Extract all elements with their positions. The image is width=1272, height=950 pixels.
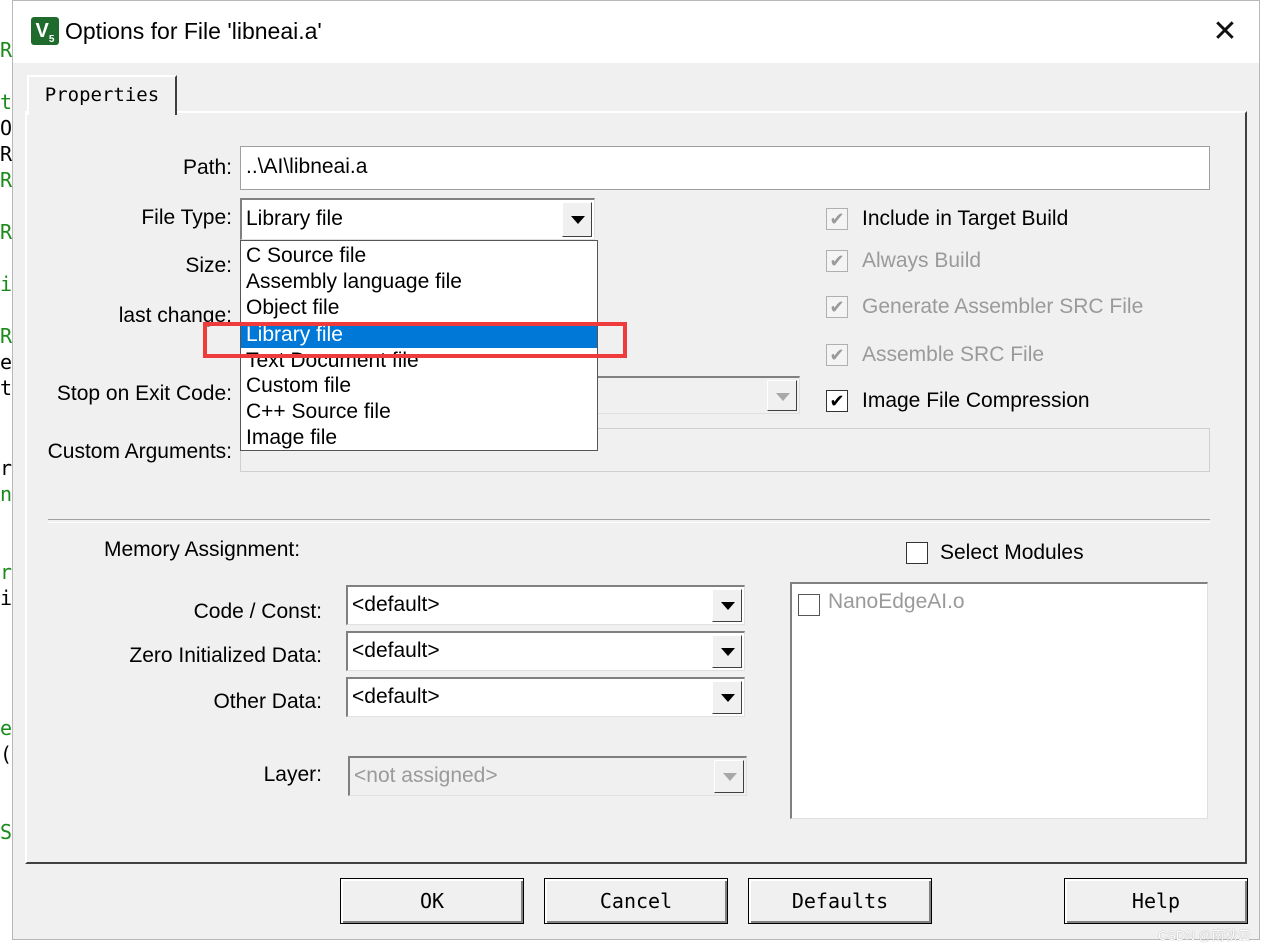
include-in-build-label: Include in Target Build <box>862 207 1069 230</box>
chevron-down-icon[interactable] <box>712 635 742 668</box>
bg-code-char: n <box>0 482 13 506</box>
bg-code-char: R <box>0 142 13 166</box>
bg-code-char: O <box>0 116 13 140</box>
path-label: Path: <box>182 156 232 179</box>
chevron-down-icon[interactable] <box>712 589 742 622</box>
memory-assignment-heading: Memory Assignment: <box>104 538 301 561</box>
bg-code-char: R <box>0 168 13 192</box>
other-data-select[interactable]: <default> <box>346 677 745 717</box>
zero-init-select[interactable]: <default> <box>346 631 745 671</box>
file-type-value: Library file <box>246 207 343 230</box>
code-const-select[interactable]: <default> <box>346 585 745 625</box>
image-compression-checkbox[interactable]: ✔ <box>826 390 848 412</box>
bg-code-char: R <box>0 38 13 62</box>
chevron-down-icon[interactable] <box>712 681 742 714</box>
bg-code-char: R <box>0 220 13 244</box>
zero-init-label: Zero Initialized Data: <box>129 644 322 667</box>
include-in-build-checkbox: ✔ <box>826 208 848 230</box>
help-button[interactable]: Help <box>1064 878 1248 924</box>
app-icon-letter: V <box>35 20 49 42</box>
list-item[interactable]: Image file <box>241 425 597 451</box>
generate-asm-src-checkbox: ✔ <box>826 296 848 318</box>
stop-on-exit-label: Stop on Exit Code: <box>56 382 232 405</box>
bg-code-char: R <box>0 324 13 348</box>
app-icon-version: 5 <box>48 34 55 45</box>
layer-label: Layer: <box>263 763 322 786</box>
module-list: NanoEdgeAI.o <box>790 582 1208 819</box>
list-item[interactable]: NanoEdgeAI.o <box>828 590 965 614</box>
custom-args-label: Custom Arguments: <box>47 440 232 463</box>
list-item[interactable]: Custom file <box>241 373 597 399</box>
list-item[interactable]: C++ Source file <box>241 399 597 425</box>
layer-value: <not assigned> <box>354 764 498 787</box>
chevron-down-icon[interactable] <box>562 202 592 237</box>
other-data-label: Other Data: <box>213 690 322 713</box>
section-divider <box>48 519 1210 523</box>
zero-init-value: <default> <box>352 639 440 662</box>
image-compression-label: Image File Compression <box>862 389 1090 412</box>
list-item[interactable]: Assembly language file <box>241 269 597 295</box>
bg-code-char: t <box>0 90 13 114</box>
ok-button[interactable]: OK <box>340 878 524 924</box>
assemble-src-label: Assemble SRC File <box>862 343 1045 366</box>
defaults-button[interactable]: Defaults <box>748 878 932 924</box>
bg-code-char: r <box>0 560 13 584</box>
file-type-label: File Type: <box>141 206 232 229</box>
code-const-label: Code / Const: <box>193 600 322 623</box>
chevron-down-icon <box>767 380 797 411</box>
close-icon[interactable]: ✕ <box>1200 12 1250 52</box>
bg-code-char: e <box>0 716 13 740</box>
code-const-value: <default> <box>352 593 440 616</box>
always-build-label: Always Build <box>862 249 982 272</box>
bg-code-char: t <box>0 376 13 400</box>
bg-code-char: i <box>0 586 13 610</box>
select-modules-label: Select Modules <box>940 541 1084 564</box>
bg-code-char: ( <box>0 742 13 766</box>
bg-code-char: S <box>0 820 13 844</box>
highlight-annotation-box <box>203 322 627 358</box>
module-checkbox[interactable] <box>798 594 820 616</box>
bg-code-char: e <box>0 350 13 374</box>
bg-code-char: r <box>0 456 13 480</box>
chevron-down-icon <box>714 760 744 793</box>
layer-select: <not assigned> <box>348 756 747 796</box>
keil-app-icon: V5 <box>31 17 59 45</box>
assemble-src-checkbox: ✔ <box>826 344 848 366</box>
file-type-select[interactable]: Library file <box>240 198 595 240</box>
generate-asm-src-label: Generate Assembler SRC File <box>862 295 1144 318</box>
window-title: Options for File 'libneai.a' <box>65 18 322 44</box>
other-data-value: <default> <box>352 685 440 708</box>
list-item[interactable]: Object file <box>241 295 597 321</box>
watermark: CSDN @南秋云 <box>1158 928 1251 943</box>
always-build-checkbox: ✔ <box>826 250 848 272</box>
select-modules-checkbox[interactable] <box>906 542 928 564</box>
path-field[interactable]: ..\AI\libneai.a <box>240 146 1210 190</box>
cancel-button[interactable]: Cancel <box>544 878 728 924</box>
list-item[interactable]: C Source file <box>241 243 597 269</box>
bg-code-char: i <box>0 272 13 296</box>
size-label: Size: <box>185 254 232 277</box>
tab-properties[interactable]: Properties <box>27 75 177 115</box>
